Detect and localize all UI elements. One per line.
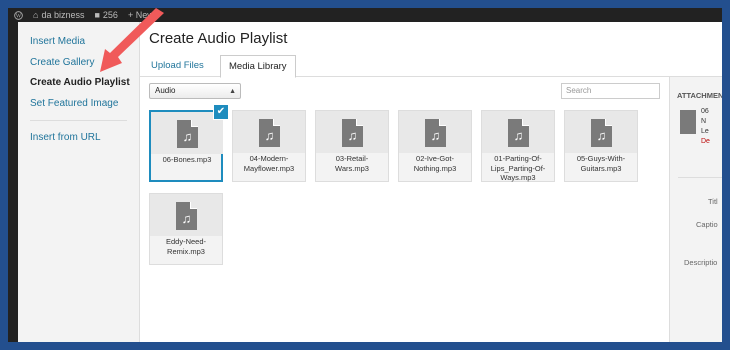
annotation-arrow	[100, 8, 164, 72]
red-arrow-shape	[100, 8, 164, 72]
